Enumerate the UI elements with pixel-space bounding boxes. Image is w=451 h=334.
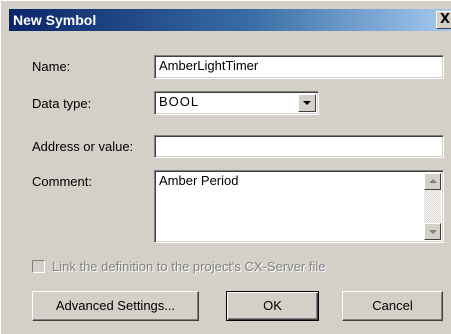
address-field[interactable] xyxy=(154,135,444,158)
link-definition-checkbox[interactable] xyxy=(32,260,45,273)
name-value: AmberLightTimer xyxy=(159,58,259,73)
scroll-up-button[interactable] xyxy=(424,173,441,190)
comment-textarea[interactable]: Amber Period xyxy=(154,170,444,243)
link-definition-label: Link the definition to the project's CX-… xyxy=(52,259,326,274)
ok-button[interactable]: OK xyxy=(226,291,319,321)
datatype-select[interactable]: BOOL xyxy=(154,91,319,115)
name-field[interactable]: AmberLightTimer xyxy=(154,55,444,79)
advanced-settings-button[interactable]: Advanced Settings... xyxy=(32,291,199,321)
new-symbol-dialog: New Symbol X Name: AmberLightTimer Data … xyxy=(0,0,451,334)
address-label: Address or value: xyxy=(32,139,134,154)
comment-label: Comment: xyxy=(32,174,92,189)
scroll-down-button[interactable] xyxy=(424,223,441,240)
title-bar[interactable]: New Symbol X xyxy=(9,9,451,31)
dialog-title: New Symbol xyxy=(13,12,97,28)
datatype-value: BOOL xyxy=(159,94,200,109)
scroll-down-icon xyxy=(429,230,437,234)
close-button[interactable]: X xyxy=(436,11,451,29)
comment-value: Amber Period xyxy=(159,173,239,188)
datatype-label: Data type: xyxy=(32,96,92,111)
close-icon: X xyxy=(439,12,451,27)
cancel-button[interactable]: Cancel xyxy=(342,291,443,321)
datatype-dropdown-button[interactable] xyxy=(298,94,316,112)
scroll-up-icon xyxy=(429,179,437,183)
name-label: Name: xyxy=(32,59,71,74)
chevron-down-icon xyxy=(303,101,311,105)
comment-scrollbar[interactable] xyxy=(424,173,441,240)
